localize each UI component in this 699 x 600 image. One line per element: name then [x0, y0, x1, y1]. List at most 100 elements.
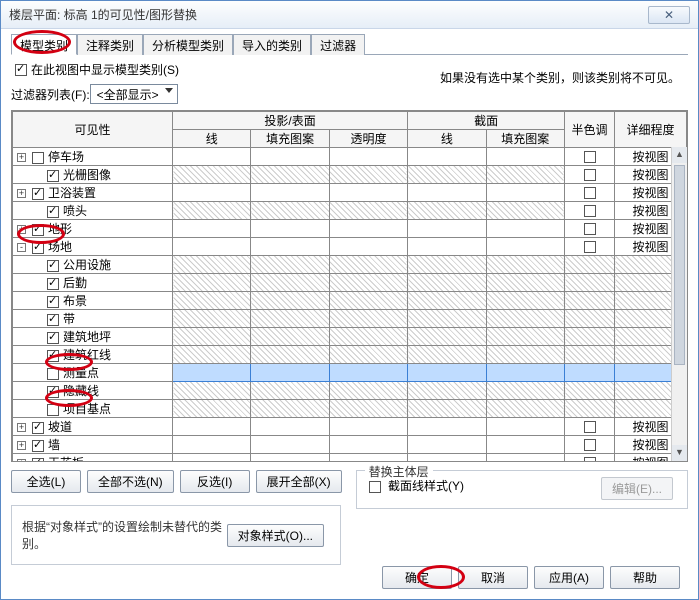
cell[interactable]: [251, 292, 329, 310]
halftone-cell[interactable]: [565, 382, 615, 400]
expander-icon[interactable]: +: [17, 225, 26, 234]
invert-button[interactable]: 反选(I): [180, 470, 250, 493]
halftone-cell[interactable]: [565, 436, 615, 454]
cell[interactable]: [408, 202, 486, 220]
cell[interactable]: [486, 310, 564, 328]
cell[interactable]: [251, 202, 329, 220]
cell[interactable]: [173, 454, 251, 463]
cell[interactable]: [408, 364, 486, 382]
cell[interactable]: [408, 184, 486, 202]
cell[interactable]: [486, 202, 564, 220]
tab-1[interactable]: 注释类别: [77, 34, 143, 55]
expand-all-button[interactable]: 展开全部(X): [256, 470, 342, 493]
expander-icon[interactable]: +: [17, 423, 26, 432]
cell[interactable]: [408, 148, 486, 166]
row-checkbox[interactable]: [32, 224, 44, 236]
row-checkbox[interactable]: [47, 368, 59, 380]
cell[interactable]: [173, 310, 251, 328]
cell[interactable]: [173, 364, 251, 382]
cell[interactable]: [329, 184, 407, 202]
expander-icon[interactable]: +: [17, 441, 26, 450]
cell[interactable]: [486, 346, 564, 364]
object-styles-button[interactable]: 对象样式(O)...: [227, 524, 324, 547]
table-row[interactable]: 光栅图像按视图: [13, 166, 687, 184]
table-row[interactable]: -场地按视图: [13, 238, 687, 256]
cell[interactable]: [173, 220, 251, 238]
halftone-checkbox[interactable]: [584, 457, 596, 462]
ok-button[interactable]: 确定: [382, 566, 452, 589]
cell[interactable]: [251, 220, 329, 238]
cell[interactable]: [251, 418, 329, 436]
header-visibility[interactable]: 可见性: [13, 112, 173, 148]
expander-icon[interactable]: +: [17, 153, 26, 162]
header-proj-trans[interactable]: 透明度: [329, 130, 407, 148]
row-checkbox[interactable]: [32, 152, 44, 164]
cell[interactable]: [173, 418, 251, 436]
header-section[interactable]: 截面: [408, 112, 565, 130]
table-row[interactable]: 建筑红线: [13, 346, 687, 364]
cell[interactable]: [251, 166, 329, 184]
header-projection[interactable]: 投影/表面: [173, 112, 408, 130]
header-proj-fill[interactable]: 填充图案: [251, 130, 329, 148]
cell[interactable]: [408, 454, 486, 463]
close-icon[interactable]: ✕: [648, 6, 690, 24]
cell[interactable]: [173, 400, 251, 418]
halftone-cell[interactable]: [565, 400, 615, 418]
cell[interactable]: [486, 400, 564, 418]
halftone-cell[interactable]: [565, 274, 615, 292]
cell[interactable]: [329, 166, 407, 184]
row-checkbox[interactable]: [47, 170, 59, 182]
expander-icon[interactable]: +: [17, 189, 26, 198]
table-row[interactable]: +墙按视图: [13, 436, 687, 454]
cell[interactable]: [408, 382, 486, 400]
halftone-checkbox[interactable]: [584, 187, 596, 199]
cell[interactable]: [408, 292, 486, 310]
halftone-checkbox[interactable]: [584, 241, 596, 253]
row-checkbox[interactable]: [47, 332, 59, 344]
halftone-cell[interactable]: [565, 292, 615, 310]
cell[interactable]: [173, 256, 251, 274]
halftone-cell[interactable]: [565, 256, 615, 274]
cell[interactable]: [251, 256, 329, 274]
halftone-cell[interactable]: [565, 418, 615, 436]
halftone-cell[interactable]: [565, 166, 615, 184]
halftone-checkbox[interactable]: [584, 205, 596, 217]
halftone-checkbox[interactable]: [584, 439, 596, 451]
row-checkbox[interactable]: [47, 296, 59, 308]
table-row[interactable]: +坡道按视图: [13, 418, 687, 436]
cell[interactable]: [251, 148, 329, 166]
row-checkbox[interactable]: [47, 206, 59, 218]
row-checkbox[interactable]: [47, 404, 59, 416]
halftone-cell[interactable]: [565, 346, 615, 364]
row-checkbox[interactable]: [47, 314, 59, 326]
header-halftone[interactable]: 半色调: [565, 112, 615, 148]
cell[interactable]: [173, 184, 251, 202]
cell[interactable]: [408, 436, 486, 454]
table-row[interactable]: 公用设施: [13, 256, 687, 274]
cell[interactable]: [486, 382, 564, 400]
table-row[interactable]: +卫浴装置按视图: [13, 184, 687, 202]
table-row[interactable]: 布景: [13, 292, 687, 310]
cell[interactable]: [329, 454, 407, 463]
cell[interactable]: [329, 256, 407, 274]
cell[interactable]: [251, 328, 329, 346]
tab-0[interactable]: 模型类别: [11, 34, 77, 55]
cell[interactable]: [173, 436, 251, 454]
halftone-checkbox[interactable]: [584, 151, 596, 163]
halftone-cell[interactable]: [565, 202, 615, 220]
apply-button[interactable]: 应用(A): [534, 566, 604, 589]
cell[interactable]: [173, 382, 251, 400]
show-in-view-checkbox[interactable]: [15, 64, 27, 76]
halftone-checkbox[interactable]: [584, 421, 596, 433]
halftone-cell[interactable]: [565, 364, 615, 382]
cell[interactable]: [486, 238, 564, 256]
table-row[interactable]: +地形按视图: [13, 220, 687, 238]
halftone-checkbox[interactable]: [584, 169, 596, 181]
halftone-cell[interactable]: [565, 328, 615, 346]
halftone-cell[interactable]: [565, 238, 615, 256]
scroll-up-icon[interactable]: ▲: [672, 147, 687, 163]
cell[interactable]: [251, 382, 329, 400]
cell[interactable]: [329, 436, 407, 454]
header-detail[interactable]: 详细程度: [615, 112, 687, 148]
row-checkbox[interactable]: [47, 350, 59, 362]
